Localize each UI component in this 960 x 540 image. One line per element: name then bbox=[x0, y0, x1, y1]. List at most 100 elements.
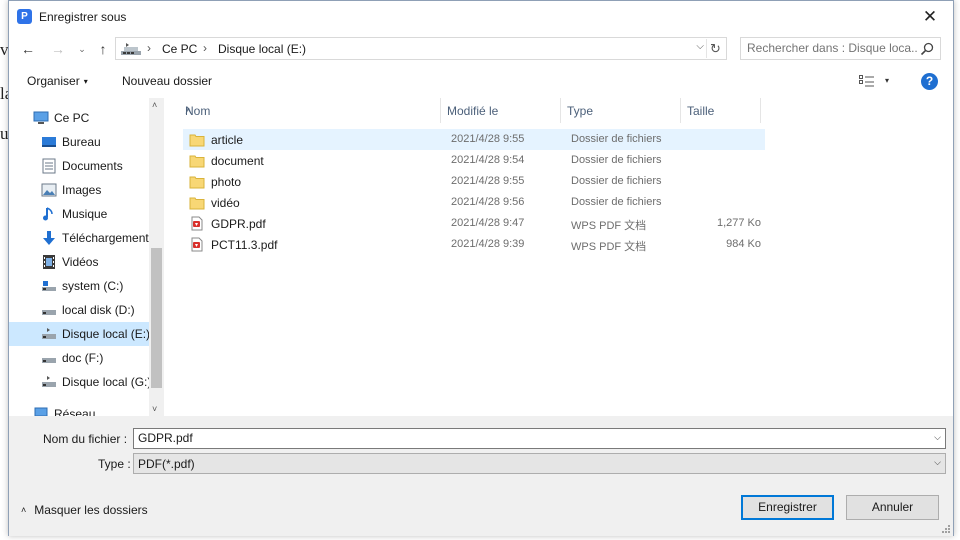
file-name: vidéo bbox=[211, 196, 240, 210]
search-input[interactable] bbox=[747, 41, 917, 55]
filename-dropdown-icon[interactable]: ⌵ bbox=[934, 432, 941, 443]
refresh-button[interactable]: ↻ bbox=[706, 39, 724, 58]
column-header-label: Modifié le bbox=[447, 104, 499, 118]
column-header-label: Type bbox=[567, 104, 594, 118]
drive-icon bbox=[42, 376, 56, 387]
sidebar-item-label: Musique bbox=[62, 207, 108, 221]
file-row-article[interactable]: article 2021/4/28 9:55 Dossier de fichie… bbox=[183, 129, 765, 150]
file-row-photo[interactable]: photo 2021/4/28 9:55 Dossier de fichiers bbox=[183, 171, 765, 192]
view-details-icon[interactable] bbox=[859, 74, 875, 88]
file-modified: 2021/4/28 9:54 bbox=[451, 154, 525, 166]
title-bar: P Enregistrer sous ✕ bbox=[9, 1, 953, 33]
address-bar[interactable]: › Ce PC › Disque local (E:) ⌵ ↻ bbox=[115, 37, 727, 60]
pictures-icon bbox=[41, 183, 57, 197]
file-type-value: PDF(*.pdf) bbox=[138, 457, 195, 471]
file-list: Nom ˄ Modifié le Type Taille article 202… bbox=[179, 98, 955, 416]
folder-icon bbox=[189, 176, 205, 189]
file-row-video[interactable]: vidéo 2021/4/28 9:56 Dossier de fichiers bbox=[183, 192, 765, 213]
up-button[interactable]: ↑ bbox=[92, 39, 114, 59]
sidebar-item-ce-pc[interactable]: Ce PC bbox=[9, 106, 149, 130]
file-modified: 2021/4/28 9:39 bbox=[451, 238, 525, 250]
file-name: PCT11.3.pdf bbox=[211, 238, 278, 252]
chevron-down-icon: ▾ bbox=[83, 77, 88, 86]
sidebar-item-images[interactable]: Images bbox=[9, 178, 149, 202]
sidebar-item-label: Documents bbox=[62, 159, 123, 173]
file-name: document bbox=[211, 154, 264, 168]
forward-button[interactable]: → bbox=[47, 39, 69, 59]
sidebar-item-label: Images bbox=[62, 183, 102, 197]
file-type: Dossier de fichiers bbox=[571, 133, 662, 145]
column-header-size[interactable]: Taille bbox=[681, 98, 761, 123]
help-icon[interactable]: ? bbox=[921, 73, 938, 90]
chevron-up-icon: ˄ bbox=[21, 505, 27, 515]
file-modified: 2021/4/28 9:55 bbox=[451, 175, 525, 187]
sidebar-item-videos[interactable]: Vidéos bbox=[9, 250, 149, 274]
file-modified: 2021/4/28 9:55 bbox=[451, 133, 525, 145]
sidebar-item-documents[interactable]: Documents bbox=[9, 154, 149, 178]
sidebar-item-doc-f[interactable]: doc (F:) bbox=[9, 346, 149, 370]
file-type: WPS PDF 文档 bbox=[571, 241, 647, 253]
column-header-type[interactable]: Type bbox=[561, 98, 681, 123]
file-type: WPS PDF 文档 bbox=[571, 220, 647, 232]
hide-folders-label: Masquer les dossiers bbox=[34, 503, 148, 517]
sidebar-item-local-disk-d[interactable]: local disk (D:) bbox=[9, 298, 149, 322]
filename-label: Nom du fichier : bbox=[43, 432, 128, 446]
save-as-dialog: P Enregistrer sous ✕ ← → ⌄ ↑ › Ce PC › D… bbox=[8, 0, 954, 536]
cancel-button[interactable]: Annuler bbox=[846, 495, 939, 520]
sidebar-item-label: Ce PC bbox=[54, 111, 90, 125]
resize-grip-icon[interactable] bbox=[941, 524, 951, 534]
file-modified: 2021/4/28 9:56 bbox=[451, 196, 525, 208]
search-icon[interactable] bbox=[920, 42, 934, 56]
network-icon bbox=[34, 407, 48, 416]
breadcrumb-ce-pc[interactable]: Ce PC bbox=[162, 42, 197, 56]
hide-folders-button[interactable]: ˄ Masquer les dossiers bbox=[21, 503, 148, 517]
file-name: GDPR.pdf bbox=[211, 217, 266, 231]
back-button[interactable]: ← bbox=[17, 39, 39, 59]
breadcrumb-disque-local-e[interactable]: Disque local (E:) bbox=[218, 42, 306, 56]
file-row-gdpr-pdf[interactable]: GDPR.pdf 2021/4/28 9:47 WPS PDF 文档 1,277… bbox=[183, 213, 765, 234]
search-box[interactable] bbox=[740, 37, 941, 60]
sidebar-item-disque-local-g[interactable]: Disque local (G:) bbox=[9, 370, 151, 394]
file-row-pct11-3-pdf[interactable]: PCT11.3.pdf 2021/4/28 9:39 WPS PDF 文档 98… bbox=[183, 234, 765, 255]
sidebar-item-reseau[interactable]: Réseau bbox=[9, 402, 149, 416]
organize-button[interactable]: Organiser ▾ bbox=[27, 74, 88, 88]
folder-icon bbox=[189, 155, 205, 168]
pdf-file-icon bbox=[191, 237, 203, 252]
sidebar-item-label: system (C:) bbox=[62, 279, 124, 293]
scrollbar-thumb[interactable] bbox=[151, 248, 162, 388]
view-options-dropdown-icon[interactable]: ▾ bbox=[885, 76, 889, 85]
column-header-label: Taille bbox=[687, 104, 715, 118]
file-row-document[interactable]: document 2021/4/28 9:54 Dossier de fichi… bbox=[183, 150, 765, 171]
sidebar-item-musique[interactable]: Musique bbox=[9, 202, 149, 226]
filename-input[interactable] bbox=[138, 431, 918, 445]
scroll-up-icon[interactable]: ˄ bbox=[152, 100, 157, 110]
file-name: article bbox=[211, 133, 244, 147]
file-type-select[interactable]: PDF(*.pdf) ⌵ bbox=[133, 453, 946, 474]
type-label: Type : bbox=[98, 457, 131, 471]
sidebar-item-telechargement[interactable]: Téléchargement bbox=[9, 226, 149, 250]
new-folder-button[interactable]: Nouveau dossier bbox=[122, 74, 212, 88]
navigation-pane: Ce PC Bureau Documents Images Musique Té… bbox=[9, 98, 164, 416]
sidebar-item-disque-local-e[interactable]: Disque local (E:) bbox=[9, 322, 150, 346]
close-button[interactable]: ✕ bbox=[907, 1, 953, 32]
column-header-name[interactable]: Nom ˄ bbox=[179, 98, 441, 123]
file-size: 1,277 Ko bbox=[716, 217, 761, 229]
address-dropdown-icon[interactable]: ⌵ bbox=[696, 41, 704, 52]
sidebar-item-system-c[interactable]: system (C:) bbox=[9, 274, 149, 298]
sidebar-scrollbar[interactable]: ˄ ˅ bbox=[149, 98, 164, 416]
chevron-down-icon: ⌵ bbox=[934, 457, 941, 467]
sort-ascending-icon: ˄ bbox=[185, 104, 193, 118]
column-header-modified[interactable]: Modifié le bbox=[441, 98, 561, 123]
filename-field[interactable]: ⌵ bbox=[133, 428, 946, 449]
breadcrumb-separator: › bbox=[203, 41, 207, 55]
sidebar-item-bureau[interactable]: Bureau bbox=[9, 130, 149, 154]
drive-icon bbox=[42, 358, 56, 363]
save-button[interactable]: Enregistrer bbox=[741, 495, 834, 520]
music-icon bbox=[43, 207, 53, 221]
recent-locations-button[interactable]: ⌄ bbox=[71, 39, 93, 59]
scroll-down-icon[interactable]: ˅ bbox=[152, 404, 157, 414]
documents-icon bbox=[42, 158, 56, 174]
sidebar-item-label: Réseau bbox=[54, 407, 96, 416]
download-icon bbox=[43, 231, 55, 245]
folder-icon bbox=[189, 197, 205, 210]
